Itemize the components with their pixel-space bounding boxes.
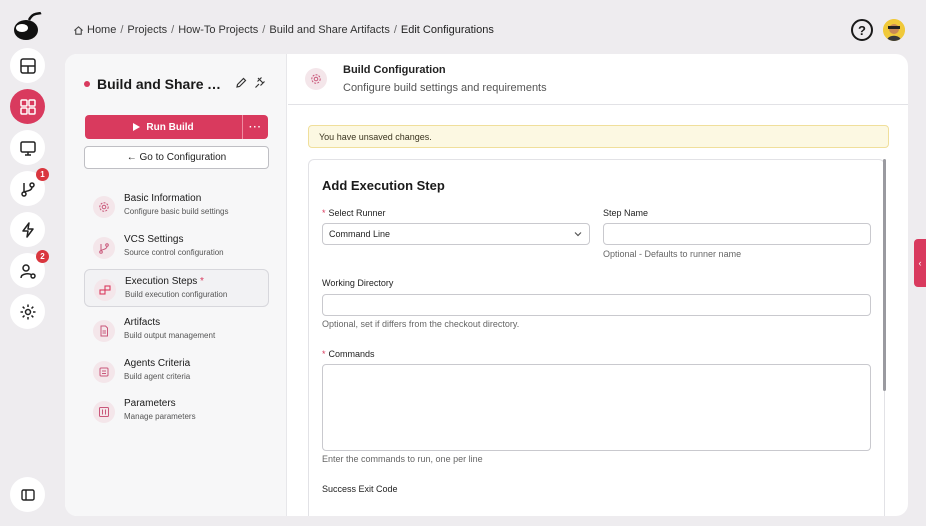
breadcrumb-home[interactable]: Home [87, 24, 116, 36]
nav-item-basic-information[interactable]: Basic Information Configure basic build … [84, 187, 269, 225]
projects-icon[interactable] [10, 89, 45, 124]
nav-subtitle: Configure basic build settings [124, 207, 229, 216]
side-panel-toggle[interactable]: ‹ [914, 239, 926, 287]
unsaved-changes-notice: You have unsaved changes. [308, 125, 889, 148]
gear-icon [305, 68, 327, 90]
chevron-down-icon [574, 232, 582, 237]
breadcrumb-separator: / [262, 24, 266, 36]
home-icon [74, 25, 83, 35]
content-subtitle: Configure build settings and requirement… [343, 82, 547, 94]
breadcrumb-separator: / [120, 24, 124, 36]
nav-item-parameters[interactable]: Parameters Manage parameters [84, 392, 269, 430]
commands-textarea[interactable] [322, 364, 871, 451]
working-directory-label: Working Directory [322, 278, 394, 288]
run-build-group: Run Build ··· [85, 115, 268, 139]
step-name-hint: Optional - Defaults to runner name [603, 249, 742, 259]
run-build-button[interactable]: Run Build [85, 115, 243, 139]
nav-item-vcs-settings[interactable]: VCS Settings Source control configuratio… [84, 228, 269, 266]
more-options-button[interactable]: ··· [243, 115, 268, 139]
step-name-input[interactable] [603, 223, 871, 245]
status-dot [84, 81, 90, 87]
help-button[interactable]: ? [851, 19, 873, 41]
breadcrumb-separator: / [171, 24, 175, 36]
success-exit-code-label: Success Exit Code [322, 484, 398, 494]
nav-item-artifacts[interactable]: Artifacts Build output management [84, 311, 269, 349]
branch-icon [93, 237, 115, 259]
app-logo[interactable] [11, 10, 43, 42]
runner-label-text: Select Runner [328, 208, 386, 218]
nav-item-agents-criteria[interactable]: Agents Criteria Build agent criteria [84, 352, 269, 390]
nav-title-text: Execution Steps [125, 276, 198, 287]
required-mark: * [322, 349, 326, 359]
nav-subtitle: Build output management [124, 331, 216, 340]
working-directory-input[interactable] [322, 294, 871, 316]
commands-label-text: Commands [328, 349, 375, 359]
nav-subtitle: Build agent criteria [124, 372, 191, 381]
breadcrumb-separator: / [393, 24, 397, 36]
steps-icon [94, 279, 116, 301]
pull-requests-badge: 1 [36, 168, 49, 181]
nav-subtitle: Build execution configuration [125, 290, 228, 299]
content-title: Build Configuration [343, 64, 446, 76]
nav-subtitle: Manage parameters [124, 412, 196, 421]
nav-item-execution-steps[interactable]: Execution Steps * Build execution config… [84, 269, 269, 307]
user-settings-icon[interactable]: 2 [10, 250, 49, 288]
run-build-label: Run Build [146, 121, 194, 133]
nav-subtitle: Source control configuration [124, 248, 224, 257]
sidebar-toggle-icon[interactable] [10, 477, 45, 512]
file-icon [93, 320, 115, 342]
working-directory-hint: Optional, set if differs from the checko… [322, 319, 520, 329]
lightning-icon[interactable] [10, 212, 45, 247]
required-mark: * [322, 208, 326, 218]
commands-hint: Enter the commands to run, one per line [322, 454, 483, 464]
commands-label: * Commands [322, 349, 375, 359]
nav-title: Agents Criteria [124, 358, 191, 369]
gear-icon[interactable] [10, 294, 45, 329]
runner-label: * Select Runner [322, 208, 386, 218]
form-title: Add Execution Step [322, 178, 445, 193]
go-to-configuration-button[interactable]: ← Go to Configuration [84, 146, 269, 169]
dashboard-icon[interactable] [10, 48, 45, 83]
nav-title: Artifacts [124, 317, 161, 328]
breadcrumb-projects[interactable]: Projects [127, 24, 167, 36]
play-icon [133, 123, 141, 131]
add-execution-step-form: Add Execution Step * Select Runner Comman… [308, 159, 885, 516]
app-rail: 1 2 [0, 0, 54, 526]
runner-select[interactable]: Command Line [322, 223, 590, 245]
pin-icon[interactable] [254, 76, 266, 90]
required-mark: * [200, 276, 204, 287]
form-scrollbar[interactable] [883, 159, 886, 391]
breadcrumb-current: Edit Configurations [400, 24, 494, 36]
main-card: Build and Share Artifacts Run Build ··· … [65, 54, 908, 516]
configuration-sidebar: Build and Share Artifacts Run Build ··· … [65, 54, 287, 516]
edit-icon[interactable] [235, 76, 247, 90]
avatar[interactable] [883, 19, 905, 41]
runner-select-value: Command Line [329, 229, 391, 239]
gear-icon [93, 196, 115, 218]
content-header: Build Configuration Configure build sett… [288, 54, 908, 105]
nav-title: VCS Settings [124, 234, 184, 245]
nav-title: Basic Information [124, 193, 202, 204]
agent-icon [93, 361, 115, 383]
nav-title: Execution Steps * [125, 276, 204, 287]
pull-requests-icon[interactable]: 1 [10, 168, 49, 206]
project-title: Build and Share Artifacts [97, 76, 229, 92]
nav-title: Parameters [124, 398, 176, 409]
breadcrumb-project[interactable]: Build and Share Artifacts [269, 24, 389, 36]
step-name-label: Step Name [603, 208, 649, 218]
breadcrumb-howto-projects[interactable]: How-To Projects [178, 24, 258, 36]
breadcrumb: Home / Projects / How-To Projects / Buil… [73, 24, 494, 36]
user-settings-badge: 2 [36, 250, 49, 263]
parameters-icon [93, 401, 115, 423]
monitor-icon[interactable] [10, 130, 45, 165]
